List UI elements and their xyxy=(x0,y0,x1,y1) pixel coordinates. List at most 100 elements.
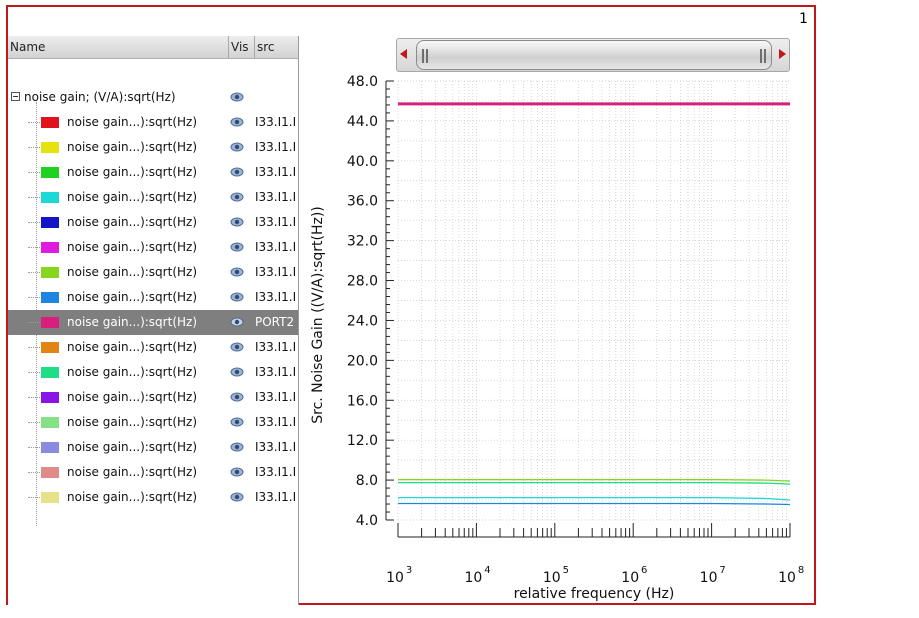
thumb-grip-right xyxy=(764,49,766,63)
trace-row[interactable]: noise gain...):sqrt(Hz) I33.I1.I xyxy=(8,260,298,285)
trace-label: noise gain...):sqrt(Hz) xyxy=(67,440,198,454)
trace-src: I33.I1.I xyxy=(255,415,297,429)
trace-row[interactable]: noise gain...):sqrt(Hz) I33.I1.I xyxy=(8,285,298,310)
tree-branch-line xyxy=(28,422,40,423)
trace-src: I33.I1.I xyxy=(255,440,297,454)
trace-color-swatch xyxy=(41,117,59,128)
trace-row[interactable]: noise gain...):sqrt(Hz) I33.I1.I xyxy=(8,410,298,435)
trace-row[interactable]: noise gain...):sqrt(Hz) I33.I1.I xyxy=(8,135,298,160)
trace-row[interactable]: noise gain...):sqrt(Hz) I33.I1.I xyxy=(8,385,298,410)
trace-color-swatch xyxy=(41,417,59,428)
visibility-eye-icon[interactable] xyxy=(230,191,244,203)
y-tick-label: 20.0 xyxy=(347,353,378,369)
column-header-name[interactable]: Name xyxy=(8,36,229,58)
horizontal-scrollbar[interactable] xyxy=(396,38,790,72)
trace-label: noise gain...):sqrt(Hz) xyxy=(67,390,198,404)
x-axis-label: relative frequency (Hz) xyxy=(514,586,675,602)
collapse-icon[interactable] xyxy=(11,92,20,101)
visibility-eye-icon[interactable] xyxy=(230,366,244,378)
x-tick-label-exponent: 8 xyxy=(798,565,804,576)
visibility-eye-icon[interactable] xyxy=(230,466,244,478)
trace-row[interactable]: noise gain...):sqrt(Hz) I33.I1.I xyxy=(8,485,298,510)
trace-src: I33.I1.I xyxy=(255,490,297,504)
trace-color-swatch xyxy=(41,367,59,378)
visibility-eye-icon[interactable] xyxy=(230,266,244,278)
visibility-eye-icon[interactable] xyxy=(230,316,244,328)
tree-branch-line xyxy=(28,122,40,123)
trace-row[interactable]: noise gain...):sqrt(Hz) I33.I1.I xyxy=(8,160,298,185)
trace-row[interactable]: noise gain...):sqrt(Hz) I33.I1.I xyxy=(8,335,298,360)
scroll-thumb[interactable] xyxy=(416,40,772,70)
trace-src: I33.I1.I xyxy=(255,140,297,154)
trace-src: I33.I1.I xyxy=(255,115,297,129)
x-tick-label-exponent: 3 xyxy=(406,565,412,576)
trace-row[interactable]: noise gain...):sqrt(Hz) PORT2 xyxy=(8,310,298,335)
trace-color-swatch xyxy=(41,317,59,328)
visibility-eye-icon[interactable] xyxy=(230,416,244,428)
trace-src: I33.I1.I xyxy=(255,290,297,304)
trace-color-swatch xyxy=(41,492,59,503)
tree-branch-line xyxy=(28,247,40,248)
visibility-eye-icon[interactable] xyxy=(230,116,244,128)
tree-group-row[interactable]: noise gain; (V/A):sqrt(Hz) xyxy=(8,85,298,110)
y-tick-label: 40.0 xyxy=(347,154,378,170)
trace-label: noise gain...):sqrt(Hz) xyxy=(67,140,198,154)
tree-branch-line xyxy=(28,272,40,273)
visibility-eye-icon[interactable] xyxy=(230,491,244,503)
noise-gain-chart: 4.08.012.016.020.024.028.032.036.040.044… xyxy=(310,74,804,602)
column-header-src[interactable]: src xyxy=(255,36,298,58)
x-tick-label-base: 10 xyxy=(621,570,639,586)
trace-row[interactable]: noise gain...):sqrt(Hz) I33.I1.I xyxy=(8,185,298,210)
x-tick-label-base: 10 xyxy=(700,570,718,586)
tree-branch-line xyxy=(28,397,40,398)
tree-branch-line xyxy=(28,322,40,323)
trace-row[interactable]: noise gain...):sqrt(Hz) I33.I1.I xyxy=(8,360,298,385)
y-tick-label: 44.0 xyxy=(347,114,378,130)
trace-label: noise gain...):sqrt(Hz) xyxy=(67,265,198,279)
visibility-eye-icon[interactable] xyxy=(230,291,244,303)
thumb-grip-left-2 xyxy=(426,49,428,63)
series-line xyxy=(398,481,791,485)
scroll-right-arrow-icon[interactable] xyxy=(779,49,786,59)
visibility-eye-icon[interactable] xyxy=(230,241,244,253)
trace-color-swatch xyxy=(41,467,59,478)
thumb-grip-left xyxy=(422,49,424,63)
x-tick-label-base: 10 xyxy=(543,570,561,586)
visibility-eye-icon[interactable] xyxy=(230,341,244,353)
scroll-left-arrow-icon[interactable] xyxy=(400,49,407,59)
column-header-vis[interactable]: Vis xyxy=(229,36,255,58)
visibility-eye-icon[interactable] xyxy=(230,216,244,228)
visibility-eye-icon[interactable] xyxy=(230,441,244,453)
y-tick-label: 28.0 xyxy=(347,274,378,290)
thumb-grip-right-2 xyxy=(760,49,762,63)
trace-color-swatch xyxy=(41,392,59,403)
y-tick-label: 12.0 xyxy=(347,433,378,449)
trace-row[interactable]: noise gain...):sqrt(Hz) I33.I1.I xyxy=(8,210,298,235)
x-tick-label-exponent: 5 xyxy=(563,565,569,576)
trace-row[interactable]: noise gain...):sqrt(Hz) I33.I1.I xyxy=(8,435,298,460)
y-tick-label: 8.0 xyxy=(356,473,378,489)
tree-branch-line xyxy=(28,197,40,198)
y-axis-label: Src. Noise Gain ((V/A):sqrt(Hz)) xyxy=(310,206,326,424)
trace-label: noise gain...):sqrt(Hz) xyxy=(67,415,198,429)
visibility-eye-icon[interactable] xyxy=(230,166,244,178)
y-tick-label: 48.0 xyxy=(347,74,378,90)
trace-list: noise gain...):sqrt(Hz) I33.I1.I noise gai… xyxy=(8,110,298,510)
trace-row[interactable]: noise gain...):sqrt(Hz) I33.I1.I xyxy=(8,235,298,260)
trace-src: I33.I1.I xyxy=(255,240,297,254)
visibility-eye-icon[interactable] xyxy=(230,91,244,103)
tree-branch-line xyxy=(28,472,40,473)
trace-src: I33.I1.I xyxy=(255,390,297,404)
visibility-eye-icon[interactable] xyxy=(230,141,244,153)
series-line xyxy=(398,496,791,501)
series-line xyxy=(398,502,791,506)
visibility-eye-icon[interactable] xyxy=(230,391,244,403)
tree-branch-line xyxy=(28,372,40,373)
trace-row[interactable]: noise gain...):sqrt(Hz) I33.I1.I xyxy=(8,460,298,485)
x-tick-label-base: 10 xyxy=(464,570,482,586)
tree-branch-line xyxy=(28,347,40,348)
trace-row[interactable]: noise gain...):sqrt(Hz) I33.I1.I xyxy=(8,110,298,135)
trace-color-swatch xyxy=(41,267,59,278)
y-tick-label: 16.0 xyxy=(347,393,378,409)
page-number: 1 xyxy=(799,11,808,27)
